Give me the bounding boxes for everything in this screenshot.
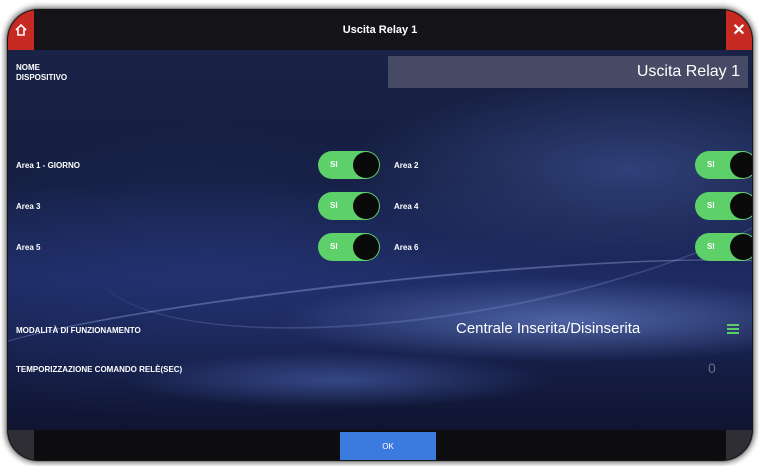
- toggle-state: SI: [707, 201, 715, 210]
- device-name-field[interactable]: Uscita Relay 1: [388, 56, 748, 88]
- title-bar: Uscita Relay 1 ✕: [8, 10, 752, 50]
- forward-button[interactable]: [726, 430, 752, 460]
- toggle-state: SI: [330, 201, 338, 210]
- toggle-knob: [353, 234, 379, 260]
- menu-icon[interactable]: [727, 324, 739, 334]
- mode-select[interactable]: Centrale Inserita/Disinserita: [456, 320, 640, 337]
- area-label: Area 1 - GIORNO: [16, 161, 81, 170]
- settings-panel: NOME DISPOSITIVO Uscita Relay 1 Area 1 -…: [8, 25, 752, 430]
- toggle-knob: [730, 234, 752, 260]
- toggle-knob: [730, 193, 752, 219]
- window-title: Uscita Relay 1: [342, 24, 418, 36]
- area-toggle[interactable]: SI: [318, 233, 380, 261]
- area-toggle[interactable]: SI: [695, 233, 752, 261]
- toggle-state: SI: [707, 242, 715, 251]
- back-button[interactable]: [8, 430, 34, 460]
- area-toggle[interactable]: SI: [695, 151, 752, 179]
- area-label: Area 4: [394, 202, 419, 211]
- area-label: Area 3: [16, 202, 41, 211]
- area-toggle[interactable]: SI: [318, 192, 380, 220]
- toggle-knob: [730, 152, 752, 178]
- area-toggle[interactable]: SI: [695, 192, 752, 220]
- toggle-state: SI: [330, 242, 338, 251]
- toggle-knob: [353, 193, 379, 219]
- dialog-window: Uscita Relay 1 ✕ NOME DISPOSITIVO Uscita…: [8, 10, 752, 460]
- close-icon: ✕: [732, 22, 746, 39]
- footer-bar: OK: [8, 430, 752, 460]
- timer-input[interactable]: 0: [708, 360, 716, 376]
- timer-label: TEMPORIZZAZIONE COMANDO RELÈ(SEC): [16, 365, 183, 374]
- ok-button[interactable]: OK: [340, 432, 436, 460]
- toggle-state: SI: [330, 160, 338, 169]
- area-toggle[interactable]: SI: [318, 151, 380, 179]
- close-button[interactable]: ✕: [726, 10, 752, 50]
- home-icon: [15, 23, 27, 36]
- home-button[interactable]: [8, 10, 34, 50]
- area-label: Area 6: [394, 243, 419, 252]
- toggle-knob: [353, 152, 379, 178]
- area-label: Area 5: [16, 243, 41, 252]
- area-label: Area 2: [394, 161, 419, 170]
- mode-label: MODALITÀ DI FUNZIONAMENTO: [16, 326, 141, 335]
- device-name-value: Uscita Relay 1: [636, 63, 740, 80]
- toggle-state: SI: [707, 160, 715, 169]
- device-name-label: NOME DISPOSITIVO: [16, 63, 68, 82]
